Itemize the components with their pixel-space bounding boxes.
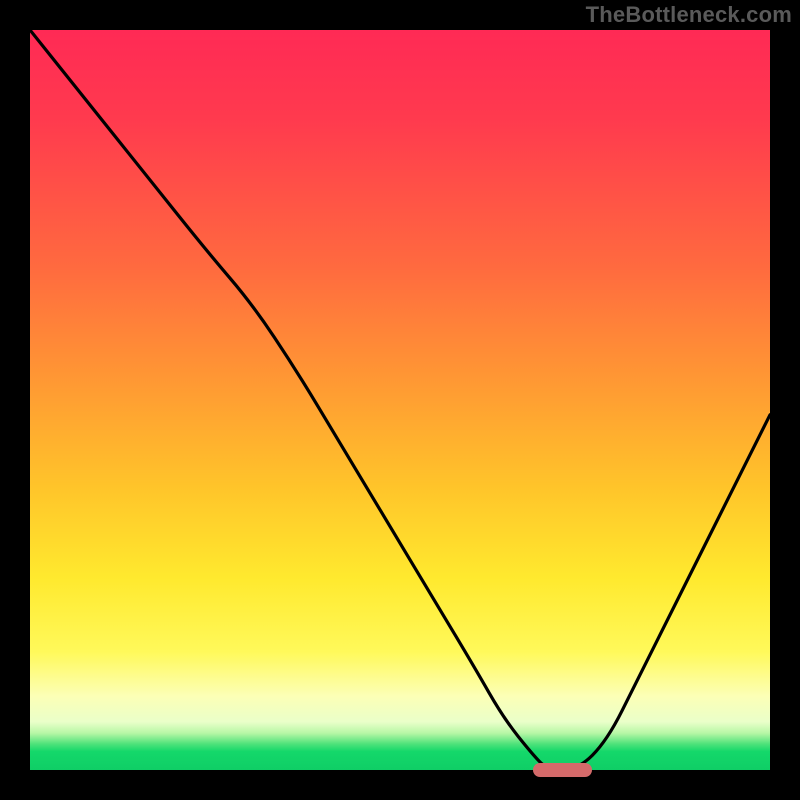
curve-path [30,30,770,770]
watermark-text: TheBottleneck.com [586,2,792,28]
bottleneck-curve [30,30,770,770]
chart-frame: TheBottleneck.com [0,0,800,800]
optimal-marker [533,763,592,777]
plot-area [30,30,770,770]
